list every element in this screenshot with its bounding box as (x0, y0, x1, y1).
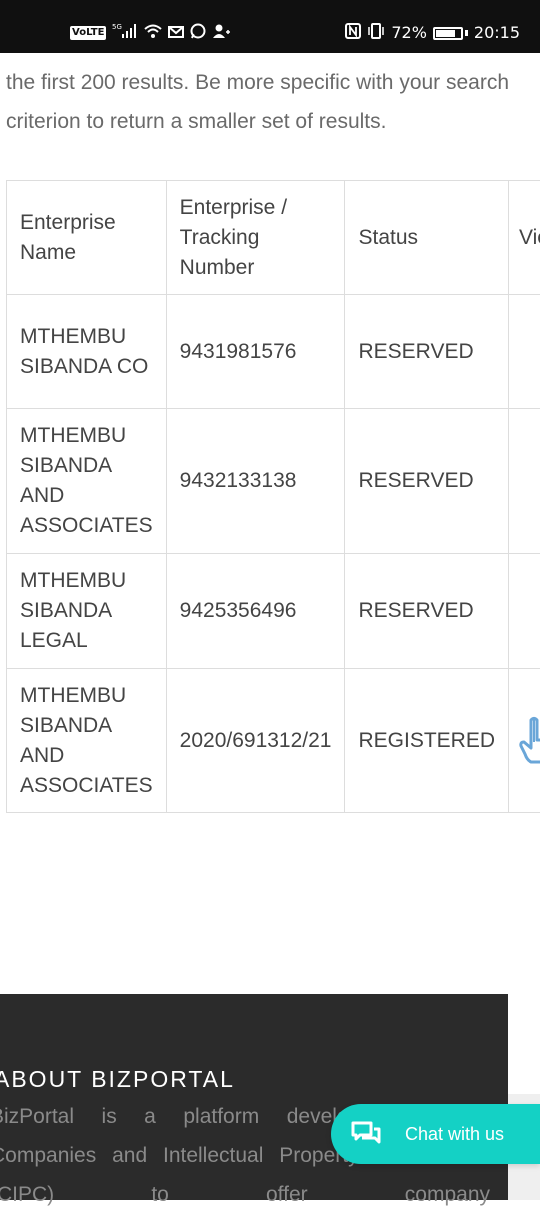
battery-nub (465, 30, 468, 36)
whatsapp-icon (190, 23, 206, 43)
table-header-row: Enterprise Name Enterprise / Tracking Nu… (7, 181, 540, 295)
status-cell: RESERVED (345, 554, 509, 669)
results-limit-notice: the first 200 results. Be more specific … (6, 63, 526, 141)
tracking-number-cell: 9425356496 (166, 554, 345, 669)
volte-icon: VoLTE (70, 26, 106, 40)
header-tracking-number: Enterprise / Tracking Number (166, 181, 345, 295)
header-text: Name (20, 241, 76, 264)
wifi-icon (144, 23, 162, 43)
view-cell (509, 295, 540, 409)
status-cell: RESERVED (345, 409, 509, 554)
header-status: Status (345, 181, 509, 295)
table-row: MTHEMBU SIBANDA AND ASSOCIATES 943213313… (7, 409, 540, 554)
mail-icon (168, 24, 184, 43)
enterprise-name-cell: MTHEMBU SIBANDA CO (7, 295, 167, 409)
battery-icon (433, 27, 463, 40)
table-row: MTHEMBU SIBANDA AND ASSOCIATES 2020/6913… (7, 669, 540, 813)
header-text: Tracking (180, 226, 260, 249)
chat-label[interactable]: Chat with us (405, 1124, 504, 1145)
status-cell: RESERVED (345, 295, 509, 409)
tracking-number-cell: 2020/691312/21 (166, 669, 345, 813)
enterprise-name-cell: MTHEMBU SIBANDA LEGAL (7, 554, 167, 669)
header-text: Enterprise / (180, 196, 287, 219)
chat-with-us-button[interactable]: Chat with us (331, 1104, 540, 1164)
header-text: Enterprise (20, 211, 116, 234)
enterprise-name-cell: MTHEMBU SIBANDA AND ASSOCIATES (7, 669, 167, 813)
person-icon (212, 23, 230, 43)
battery-level (436, 30, 455, 37)
tracking-number-cell: 9431981576 (166, 295, 345, 409)
battery-percent: 72% (391, 24, 427, 42)
table-row: MTHEMBU SIBANDA CO 9431981576 RESERVED (7, 295, 540, 409)
status-cell: REGISTERED (345, 669, 509, 813)
view-cell (509, 409, 540, 554)
nfc-icon (345, 23, 361, 43)
chat-bubbles-icon (351, 1120, 383, 1148)
clock: 20:15 (474, 24, 520, 42)
header-text: Number (180, 256, 255, 279)
header-enterprise-name: Enterprise Name (7, 181, 167, 295)
network-type: 5G (112, 23, 122, 31)
vibrate-icon (367, 23, 385, 43)
table-row: MTHEMBU SIBANDA LEGAL 9425356496 RESERVE… (7, 554, 540, 669)
results-table: Enterprise Name Enterprise / Tracking Nu… (6, 180, 540, 813)
signal-icon: 5G (112, 23, 138, 43)
view-cell (509, 554, 540, 669)
footer-heading: ABOUT BIZPORTAL (0, 1066, 235, 1093)
header-view: View (509, 181, 540, 295)
pointer-hand-icon[interactable] (519, 716, 540, 766)
status-left: VoLTE 5G (70, 21, 230, 45)
status-bar: VoLTE 5G (0, 0, 540, 53)
tracking-number-cell: 9432133138 (166, 409, 345, 554)
enterprise-name-cell: MTHEMBU SIBANDA AND ASSOCIATES (7, 409, 167, 554)
view-cell[interactable] (509, 669, 540, 813)
status-right: 72% 20:15 (345, 21, 520, 45)
